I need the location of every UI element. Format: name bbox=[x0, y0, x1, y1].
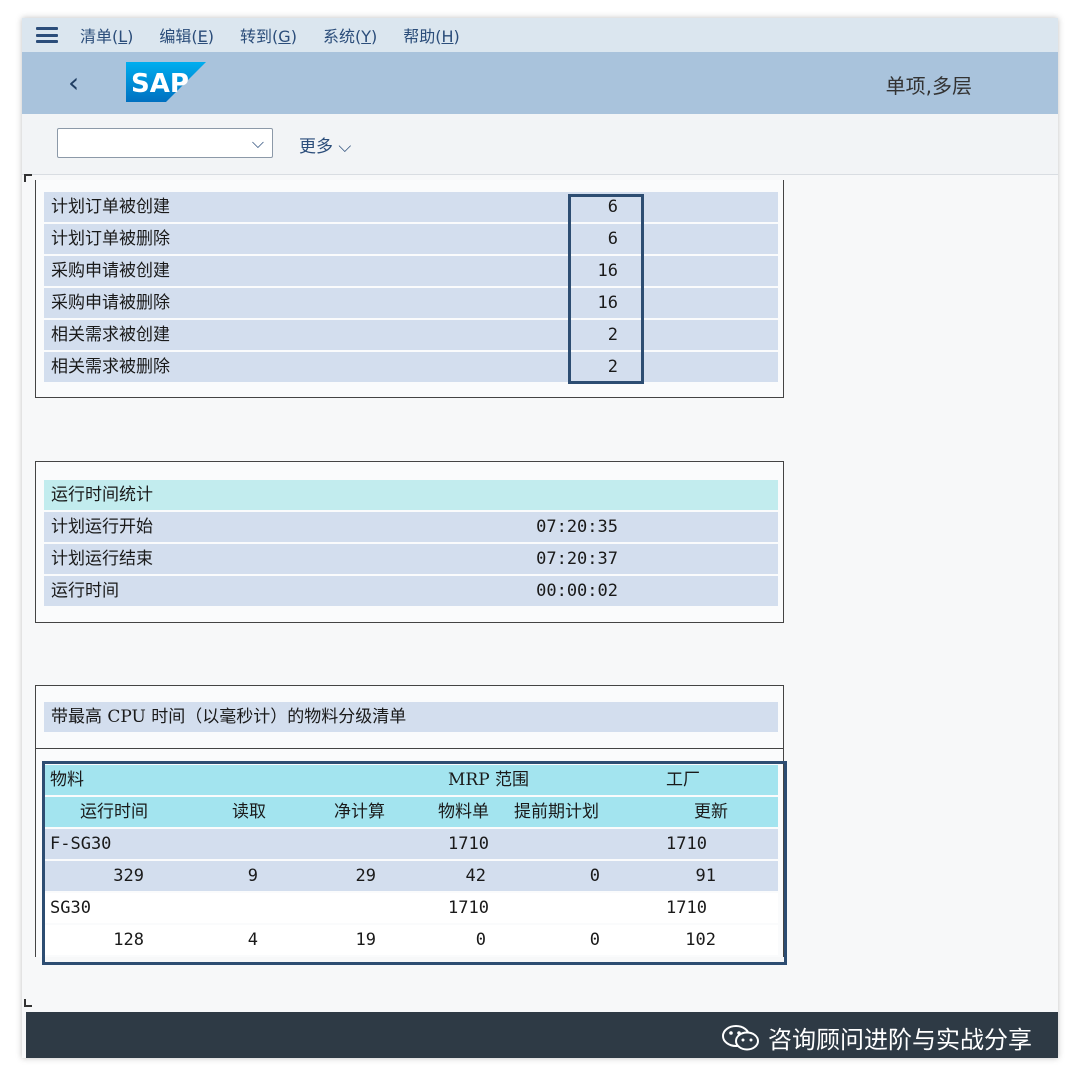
variant-dropdown[interactable]: ⌵ bbox=[57, 128, 273, 158]
row-value: 00:00:02 bbox=[536, 581, 618, 601]
menu-item-edit[interactable]: 编辑(E) bbox=[159, 23, 214, 47]
more-button[interactable]: 更多 ⌵ bbox=[299, 132, 351, 157]
menu-item-goto[interactable]: 转到(G) bbox=[240, 23, 297, 47]
svg-text:SAP: SAP bbox=[131, 69, 189, 99]
scroll-area-corner-top bbox=[24, 174, 32, 182]
more-label: 更多 bbox=[299, 137, 333, 157]
summary-row: 计划订单被创建 6 bbox=[44, 192, 778, 222]
summary-row: 计划订单被删除 6 bbox=[44, 224, 778, 254]
toolbar: ⌵ 更多 ⌵ bbox=[22, 114, 1058, 175]
menu-item-system[interactable]: 系统(Y) bbox=[323, 23, 377, 47]
footer-bar: 咨询顾问进阶与实战分享 bbox=[26, 1012, 1058, 1058]
watermark-text: 咨询顾问进阶与实战分享 bbox=[768, 1026, 1032, 1054]
runtime-panel: 运行时间统计 计划运行开始 07:20:35 计划运行结束 07:20:37 运… bbox=[35, 461, 784, 623]
value-highlight-box bbox=[568, 194, 644, 384]
scroll-area-corner-bottom bbox=[24, 999, 32, 1007]
hamburger-menu-icon[interactable] bbox=[36, 27, 58, 43]
row-label: 计划运行结束 bbox=[51, 549, 153, 569]
summary-panel: 计划订单被创建 6 计划订单被删除 6 采购申请被创建 16 采购申请被删除 1… bbox=[35, 180, 784, 398]
row-label: 采购申请被创建 bbox=[51, 261, 170, 281]
menu-bar: 清单(L) 编辑(E) 转到(G) 系统(Y) 帮助(H) bbox=[22, 18, 1058, 52]
runtime-row: 运行时间 00:00:02 bbox=[44, 576, 778, 606]
row-value: 07:20:37 bbox=[536, 549, 618, 569]
summary-row: 采购申请被创建 16 bbox=[44, 256, 778, 286]
row-label: 计划运行开始 bbox=[51, 517, 153, 537]
runtime-row: 计划运行结束 07:20:37 bbox=[44, 544, 778, 574]
runtime-header-label: 运行时间统计 bbox=[51, 485, 153, 505]
chevron-down-icon: ⌵ bbox=[251, 133, 264, 152]
table-highlight-box bbox=[42, 761, 787, 965]
cpu-title-row: 带最高 CPU 时间（以毫秒计）的物料分级清单 bbox=[44, 702, 778, 732]
row-label: 采购申请被删除 bbox=[51, 293, 170, 313]
row-label: 计划订单被删除 bbox=[51, 229, 170, 249]
cpu-title: 带最高 CPU 时间（以毫秒计）的物料分级清单 bbox=[51, 707, 407, 727]
row-label: 相关需求被创建 bbox=[51, 325, 170, 345]
wechat-icon bbox=[722, 1024, 759, 1050]
row-value: 07:20:35 bbox=[536, 517, 618, 537]
summary-row: 相关需求被删除 2 bbox=[44, 352, 778, 382]
runtime-row: 计划运行开始 07:20:35 bbox=[44, 512, 778, 542]
sap-logo: SAP bbox=[126, 62, 206, 102]
menu-item-help[interactable]: 帮助(H) bbox=[403, 23, 460, 47]
watermark: 咨询顾问进阶与实战分享 bbox=[722, 1020, 1032, 1055]
row-label: 计划订单被创建 bbox=[51, 197, 170, 217]
cpu-title-panel: 带最高 CPU 时间（以毫秒计）的物料分级清单 bbox=[35, 685, 784, 749]
row-label: 相关需求被删除 bbox=[51, 357, 170, 377]
title-bar: ‹ SAP 单项,多层 bbox=[22, 52, 1058, 114]
runtime-header: 运行时间统计 bbox=[44, 480, 778, 510]
chevron-left-icon[interactable]: ‹ bbox=[68, 66, 79, 99]
menu-item-list[interactable]: 清单(L) bbox=[80, 23, 133, 47]
page-title: 单项,多层 bbox=[885, 74, 972, 98]
summary-row: 采购申请被删除 16 bbox=[44, 288, 778, 318]
summary-row: 相关需求被创建 2 bbox=[44, 320, 778, 350]
row-label: 运行时间 bbox=[51, 581, 119, 601]
